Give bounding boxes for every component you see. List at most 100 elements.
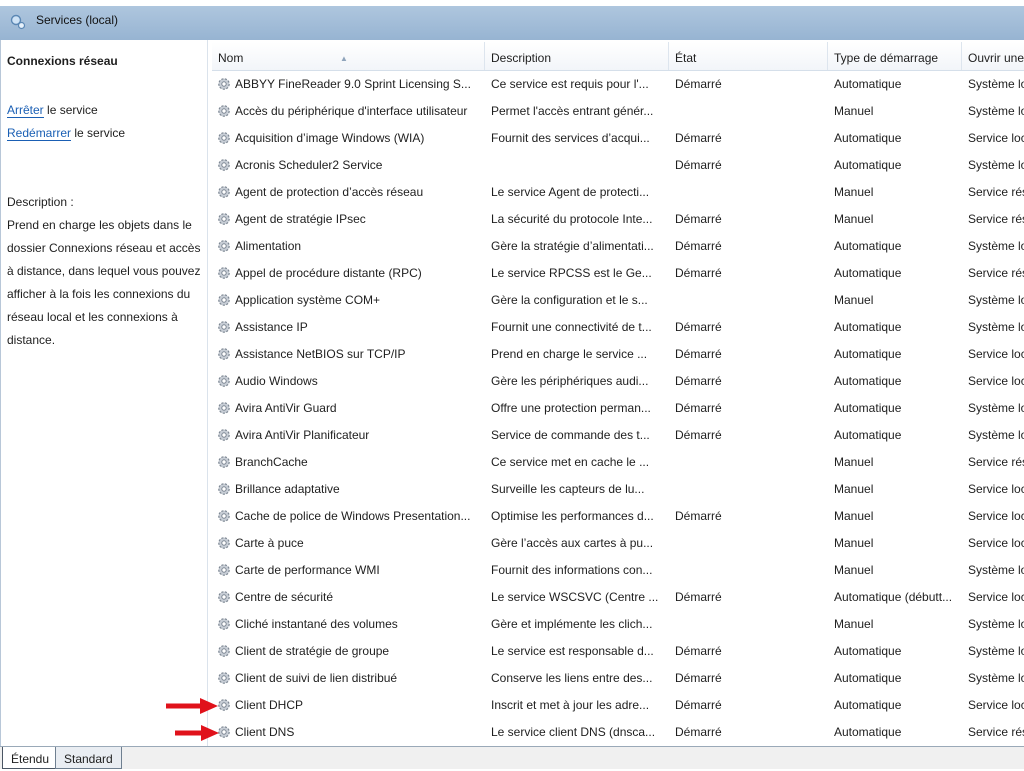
service-row[interactable]: Acquisition d’image Windows (WIA) Fournit…	[212, 125, 1024, 152]
gear-icon	[216, 291, 232, 307]
service-startup-type: Automatique	[834, 131, 902, 145]
service-row[interactable]: Agent de protection d’accès réseau Le ser…	[212, 179, 1024, 206]
title-bar: Services (local)	[0, 6, 1024, 40]
service-name-cell: Client DNS	[216, 719, 486, 746]
service-row[interactable]: BranchCache Ce service met en cache le ..…	[212, 449, 1024, 476]
gear-icon	[216, 102, 232, 118]
service-name: Acquisition d’image Windows (WIA)	[235, 131, 425, 145]
service-startup-type: Automatique	[834, 374, 902, 388]
restart-service-link[interactable]: Redémarrer	[7, 126, 72, 141]
service-logon: Service loc	[968, 509, 1024, 523]
service-description: Le service Agent de protecti...	[491, 185, 650, 199]
service-description: La sécurité du protocole Inte...	[491, 212, 653, 226]
service-row[interactable]: Brillance adaptative Surveille les capteu…	[212, 476, 1024, 503]
service-name: Accès du périphérique d'interface utilis…	[235, 104, 468, 118]
service-row[interactable]: ABBYY FineReader 9.0 Sprint Licensing S.…	[212, 71, 1024, 98]
service-description: Gère la configuration et le s...	[491, 293, 648, 307]
service-name-cell: Assistance IP	[216, 314, 486, 341]
service-description: Inscrit et met à jour les adre...	[491, 698, 650, 712]
service-state: Démarré	[675, 590, 722, 604]
service-startup-type: Automatique	[834, 77, 902, 91]
service-logon: Système lo	[968, 671, 1024, 685]
service-row[interactable]: Avira AntiVir Guard Offre une protection …	[212, 395, 1024, 422]
service-name-cell: Assistance NetBIOS sur TCP/IP	[216, 341, 486, 368]
service-row[interactable]: Application système COM+ Gère la configur…	[212, 287, 1024, 314]
service-logon: Service loc	[968, 536, 1024, 550]
stop-service-suffix: le service	[43, 103, 98, 117]
column-header-description[interactable]: Description	[485, 42, 669, 70]
service-row[interactable]: Accès du périphérique d'interface utilis…	[212, 98, 1024, 125]
service-name-cell: Cache de police de Windows Presentation.…	[216, 503, 486, 530]
service-name-cell: Avira AntiVir Planificateur	[216, 422, 486, 449]
service-name-cell: Application système COM+	[216, 287, 486, 314]
service-name-cell: Avira AntiVir Guard	[216, 395, 486, 422]
stop-service-link[interactable]: Arrêter	[7, 103, 44, 118]
gear-icon	[216, 156, 232, 172]
service-startup-type: Automatique	[834, 644, 902, 658]
service-description: Gère et implémente les clich...	[491, 617, 653, 631]
service-row[interactable]: Cliché instantané des volumes Gère et imp…	[212, 611, 1024, 638]
service-row[interactable]: Centre de sécurité Le service WSCSVC (Cen…	[212, 584, 1024, 611]
tab-standard[interactable]: Standard	[55, 747, 122, 769]
service-row[interactable]: Assistance NetBIOS sur TCP/IP Prend en ch…	[212, 341, 1024, 368]
service-row[interactable]: Client de suivi de lien distribué Conserv…	[212, 665, 1024, 692]
service-row[interactable]: Assistance IP Fournit une connectivité de…	[212, 314, 1024, 341]
service-row[interactable]: Appel de procédure distante (RPC) Le serv…	[212, 260, 1024, 287]
column-header-state[interactable]: État	[669, 42, 828, 70]
column-header-name[interactable]: ▲ Nom	[212, 42, 485, 70]
service-startup-type: Manuel	[834, 509, 874, 523]
column-header-logon[interactable]: Ouvrir une	[962, 42, 1024, 70]
tab-extended[interactable]: Étendu	[2, 747, 59, 769]
service-logon: Système lo	[968, 617, 1024, 631]
service-state	[675, 611, 825, 638]
service-name: Client DNS	[235, 725, 295, 739]
service-state: Démarré	[675, 428, 722, 442]
service-row[interactable]: Alimentation Gère la stratégie d’alimenta…	[212, 233, 1024, 260]
service-name-cell: Carte à puce	[216, 530, 486, 557]
column-header-name-label: Nom	[218, 51, 244, 65]
service-name: BranchCache	[235, 455, 308, 469]
service-name-cell: Brillance adaptative	[216, 476, 486, 503]
service-description: Le service client DNS (dnsca...	[491, 725, 656, 739]
service-row[interactable]: Audio Windows Gère les périphériques audi…	[212, 368, 1024, 395]
service-startup-type: Manuel	[834, 185, 874, 199]
service-row[interactable]: Client DNS Le service client DNS (dnsca..…	[212, 719, 1024, 746]
service-name-cell: Client DHCP	[216, 692, 486, 719]
service-description: Fournit des services d’acqui...	[491, 131, 650, 145]
service-startup-type: Automatique	[834, 671, 902, 685]
service-name-cell: Alimentation	[216, 233, 486, 260]
view-tab-bar: Étendu Standard	[0, 746, 1024, 769]
gear-icon	[216, 507, 232, 523]
service-startup-type: Automatique	[834, 725, 902, 739]
service-row[interactable]: Client de stratégie de groupe Le service …	[212, 638, 1024, 665]
service-logon: Système lo	[968, 77, 1024, 91]
service-name: Acronis Scheduler2 Service	[235, 158, 383, 172]
gear-icon	[216, 237, 232, 253]
gear-icon	[216, 318, 232, 334]
gear-icon	[216, 453, 232, 469]
service-state: Démarré	[675, 158, 722, 172]
gear-icon	[216, 264, 232, 280]
service-logon: Service loc	[968, 347, 1024, 361]
service-row[interactable]: Acronis Scheduler2 Service Démarré Automat…	[212, 152, 1024, 179]
gear-icon	[216, 696, 232, 712]
service-row[interactable]: Avira AntiVir Planificateur Service de co…	[212, 422, 1024, 449]
gear-icon	[216, 372, 232, 388]
gear-icon	[216, 642, 232, 658]
service-row[interactable]: Carte à puce Gère l’accès aux cartes à pu…	[212, 530, 1024, 557]
service-row[interactable]: Carte de performance WMI Fournit des info…	[212, 557, 1024, 584]
service-name-cell: Agent de stratégie IPsec	[216, 206, 486, 233]
service-name: Alimentation	[235, 239, 302, 253]
service-description: Optimise les performances d...	[491, 509, 654, 523]
service-row[interactable]: Client DHCP Inscrit et met à jour les adr…	[212, 692, 1024, 719]
column-header-startup-type[interactable]: Type de démarrage	[828, 42, 962, 70]
service-startup-type: Automatique	[834, 320, 902, 334]
service-logon: Système lo	[968, 428, 1024, 442]
service-description: Le service est responsable d...	[491, 644, 654, 658]
column-header-row: ▲ Nom Description État Type de démarrage…	[212, 42, 1024, 71]
service-description: Fournit des informations con...	[491, 563, 653, 577]
service-row[interactable]: Cache de police de Windows Presentation.…	[212, 503, 1024, 530]
service-row[interactable]: Agent de stratégie IPsec La sécurité du p…	[212, 206, 1024, 233]
service-logon: Système lo	[968, 644, 1024, 658]
service-state: Démarré	[675, 509, 722, 523]
